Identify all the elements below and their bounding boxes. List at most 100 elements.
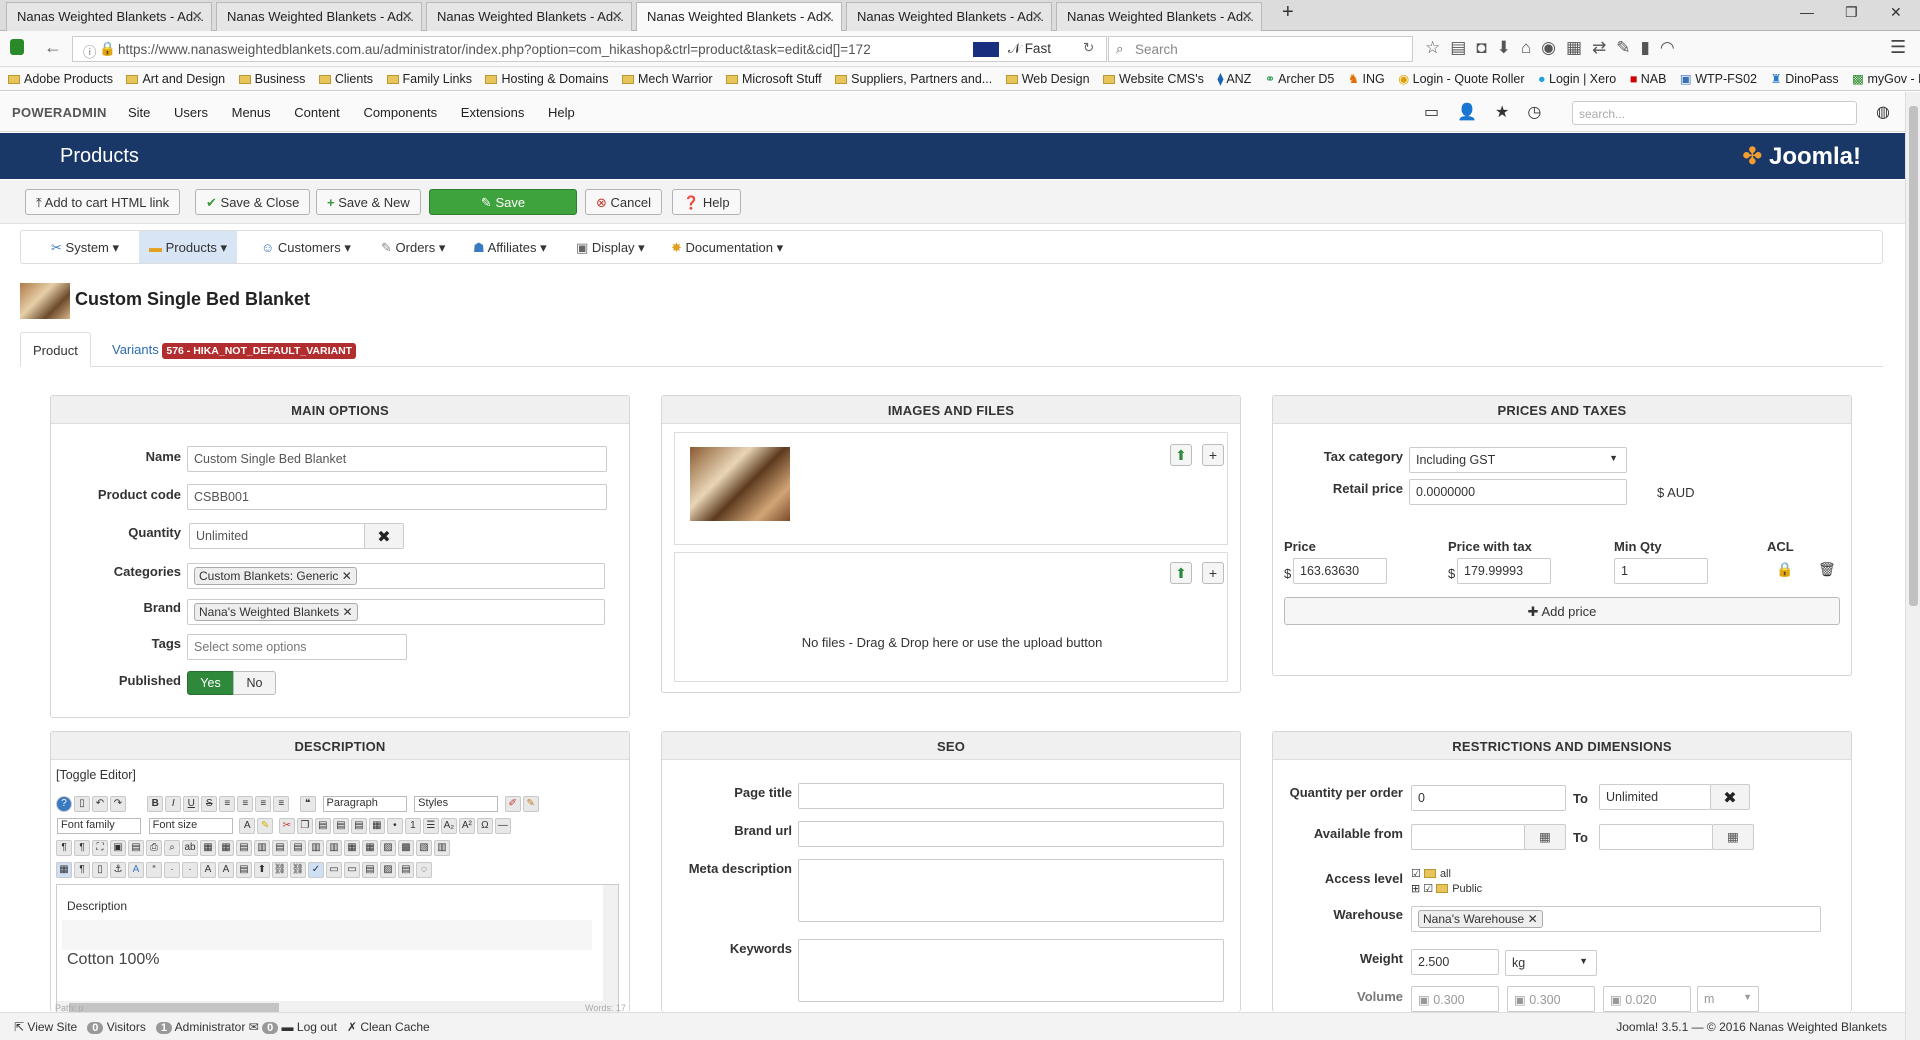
bookmark-link[interactable]: ■ NAB xyxy=(1626,68,1673,86)
weight-unit-select[interactable]: kg ▼ xyxy=(1505,950,1597,976)
align-left-icon[interactable]: ≡ xyxy=(219,796,236,812)
view-site-link[interactable]: ⇱ View Site xyxy=(14,1020,77,1034)
menu-site[interactable]: Site xyxy=(128,105,150,120)
insert-date-icon[interactable]: ▭ xyxy=(344,862,360,878)
cell-props-icon[interactable]: ▥ xyxy=(254,840,270,856)
brush-icon[interactable]: ✎ xyxy=(522,796,539,812)
extension-icon[interactable]: ▮ xyxy=(1641,38,1660,57)
volume-width-input[interactable]: ▣ 0.300 xyxy=(1507,986,1595,1012)
clock-icon[interactable]: ◷ xyxy=(1527,104,1559,121)
row-props-icon[interactable]: ▤ xyxy=(236,840,252,856)
hikamenu-products[interactable]: ▬ Products ▾ xyxy=(139,231,238,263)
editor-scrollbar[interactable] xyxy=(603,885,618,1012)
reload-icon[interactable]: ↻ xyxy=(1083,40,1094,56)
add-file-icon[interactable]: + xyxy=(1202,562,1224,584)
tab-product[interactable]: Product xyxy=(20,332,91,367)
ins-icon[interactable]: A xyxy=(218,862,234,878)
help-button[interactable]: ❓ Help xyxy=(672,189,741,215)
numbered-list-icon[interactable]: 1 xyxy=(404,818,421,834)
abbr-icon[interactable]: · xyxy=(164,862,180,878)
access-public-item[interactable]: ⊞ ☑ Public xyxy=(1411,882,1482,895)
delete-col-icon[interactable]: ▥ xyxy=(326,840,342,856)
hikamenu-display[interactable]: ▣ Display ▾ xyxy=(566,231,655,263)
visual-aid-icon[interactable]: ▦ xyxy=(56,862,72,878)
strikethrough-icon[interactable]: S xyxy=(201,796,218,812)
underline-icon[interactable]: U xyxy=(183,796,200,812)
clear-quantity-button[interactable]: ✖ xyxy=(364,523,404,549)
cancel-button[interactable]: ⊗ Cancel xyxy=(585,189,662,215)
highlight-icon[interactable]: ✎ xyxy=(257,818,274,834)
redo-icon[interactable]: ↷ xyxy=(110,796,126,812)
brand-url-input[interactable] xyxy=(798,821,1224,847)
trash-icon[interactable]: 🗑 xyxy=(1818,561,1836,578)
bookmark-folder[interactable]: Clients xyxy=(315,68,379,86)
template-icon[interactable]: ▤ xyxy=(128,840,144,856)
add-price-button[interactable]: ✚ Add price xyxy=(1284,597,1840,625)
eraser-icon[interactable]: ✐ xyxy=(504,796,521,812)
bookmark-folder[interactable]: Website CMS's xyxy=(1099,68,1210,86)
browser-tab[interactable]: Nanas Weighted Blankets - Ad... ✕ xyxy=(846,2,1052,31)
published-yes-button[interactable]: Yes xyxy=(187,671,234,695)
bookmark-folder[interactable]: Mech Warrior xyxy=(618,68,719,86)
save-new-button[interactable]: + Save & New xyxy=(316,189,421,215)
close-tab-icon[interactable]: ✕ xyxy=(401,8,413,25)
hikamenu-orders[interactable]: ✎ Orders ▾ xyxy=(371,231,455,263)
bookmark-folder[interactable]: Hosting & Domains xyxy=(481,68,614,86)
meta-description-textarea[interactable] xyxy=(798,859,1224,922)
back-arrow-icon[interactable]: ← xyxy=(44,37,62,58)
styleprops-icon[interactable]: A xyxy=(128,862,144,878)
menu-content[interactable]: Content xyxy=(294,105,340,120)
rainbow-icon[interactable]: ◠ xyxy=(1660,38,1685,57)
font-family-select[interactable]: Font family xyxy=(57,818,141,834)
paste-text-icon[interactable]: ▤ xyxy=(332,818,349,834)
upload-file-icon[interactable]: ⬆ xyxy=(1170,562,1192,584)
new-document-icon[interactable]: ▯ xyxy=(74,796,90,812)
tags-input[interactable]: Select some options xyxy=(187,634,407,660)
file-dropzone[interactable]: ⬆ + No files - Drag & Drop here or use t… xyxy=(674,552,1228,682)
pocket-icon[interactable]: ◘ xyxy=(1476,38,1496,57)
hikamenu-system[interactable]: ✂ System ▾ xyxy=(41,231,129,263)
close-tab-icon[interactable]: ✕ xyxy=(611,8,623,25)
pagebreak-icon[interactable]: ◌ xyxy=(416,862,432,878)
tax-category-select[interactable]: Including GST ▼ xyxy=(1409,447,1627,473)
italic-icon[interactable]: I xyxy=(165,796,182,812)
monitor-icon[interactable]: ▭ xyxy=(1424,104,1457,121)
select-all-icon[interactable]: ▦ xyxy=(368,818,385,834)
horizontal-rule-icon[interactable]: — xyxy=(494,818,511,834)
retail-price-input[interactable]: 0.0000000 xyxy=(1409,479,1627,505)
add-image-icon[interactable]: + xyxy=(1202,444,1224,466)
hikamenu-customers[interactable]: ☺ Customers ▾ xyxy=(251,231,361,263)
browser-tab-active[interactable]: Nanas Weighted Blankets - Ad... ✕ xyxy=(636,2,842,32)
browser-tab[interactable]: Nanas Weighted Blankets - Ad... ✕ xyxy=(1056,2,1262,31)
code-icon[interactable]: ▭ xyxy=(326,862,342,878)
unordered-list-icon[interactable]: ☰ xyxy=(422,818,439,834)
browser-toolbar-icons[interactable]: ☆▤◘⬇⌂◉▦⇄✎▮◠ xyxy=(1425,38,1685,58)
image-dropzone[interactable]: ⬆ + xyxy=(674,432,1228,545)
available-from-input[interactable] xyxy=(1411,824,1525,850)
volume-length-input[interactable]: ▣ 0.300 xyxy=(1411,986,1499,1012)
replace-icon[interactable]: ab xyxy=(182,840,198,856)
media-icon[interactable]: ▩ xyxy=(398,840,414,856)
omega-icon[interactable]: Ω xyxy=(476,818,493,834)
sync-icon[interactable]: ⇄ xyxy=(1592,38,1616,57)
user-icon[interactable]: 👤 xyxy=(1457,104,1495,121)
chat-icon[interactable]: ◉ xyxy=(1541,38,1566,57)
justify-icon[interactable]: ≡ xyxy=(273,796,290,812)
keywords-textarea[interactable] xyxy=(798,939,1224,1002)
save-button[interactable]: ✎ Save xyxy=(429,189,577,215)
clear-quantity-max-button[interactable]: ✖ xyxy=(1710,784,1750,810)
lock-icon[interactable]: 🔒 xyxy=(1776,561,1793,578)
cite-icon[interactable]: “ xyxy=(146,862,162,878)
quantity-min-input[interactable]: 0 xyxy=(1411,785,1566,811)
menu-users[interactable]: Users xyxy=(174,105,208,120)
name-input[interactable]: Custom Single Bed Blanket xyxy=(187,446,607,472)
home-icon[interactable]: ⌂ xyxy=(1521,38,1541,57)
paragraph-select[interactable]: Paragraph xyxy=(322,796,407,812)
align-center-icon[interactable]: ≡ xyxy=(237,796,254,812)
page-title-input[interactable] xyxy=(798,783,1224,809)
browser-search-input[interactable]: ⌕ Search xyxy=(1108,36,1413,62)
check-icon[interactable]: ◍ xyxy=(1876,102,1890,122)
help-icon[interactable]: ? xyxy=(56,796,72,812)
close-tab-icon[interactable]: ✕ xyxy=(1031,8,1043,25)
checkbox-icon[interactable]: ☑ xyxy=(1411,868,1421,880)
